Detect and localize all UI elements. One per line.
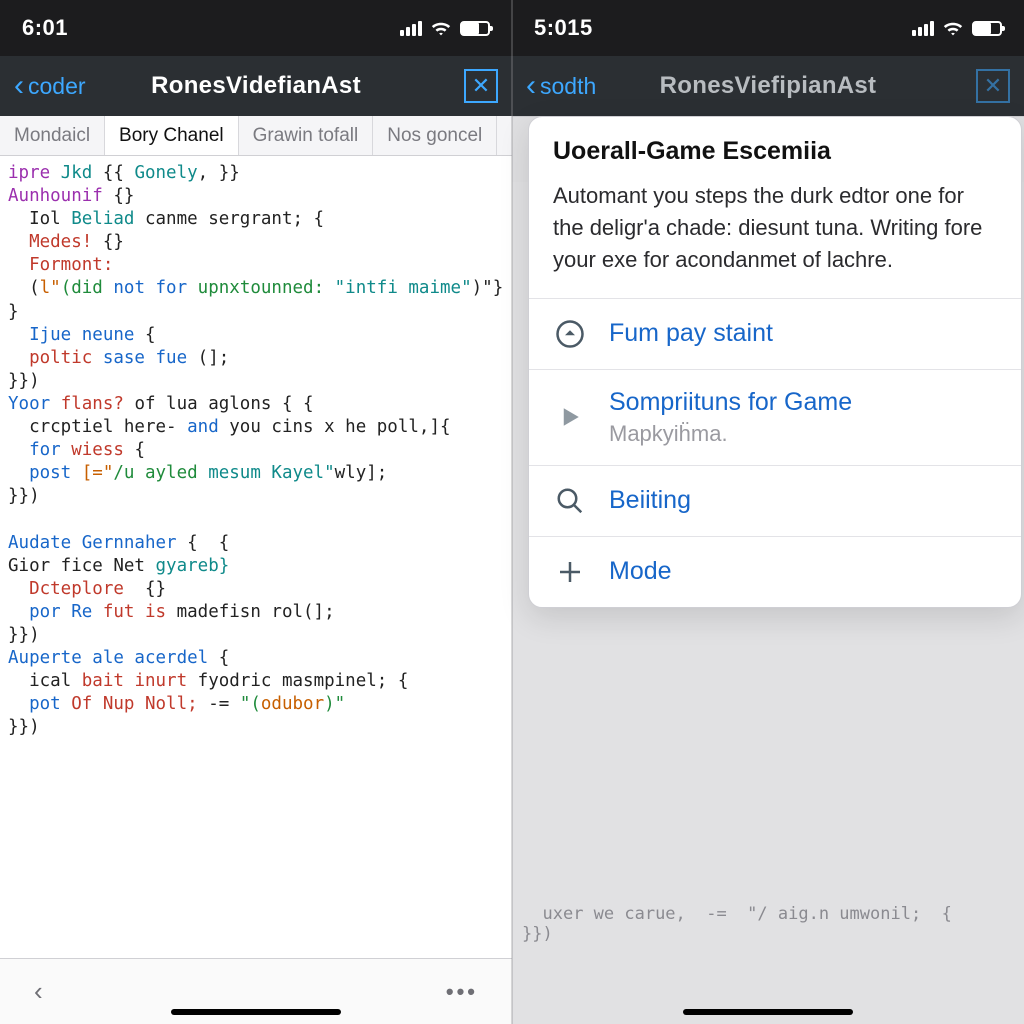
code-editor[interactable]: ipre Jkd {{ Gonely, }} Aunhounif {} Iol … [0,156,512,958]
wifi-icon [430,19,452,37]
sheet-item-0[interactable]: Fum pay staint [529,298,1021,369]
nav-bar: ‹ coder RonesVidefianAst ✕ [0,56,512,116]
tab-1[interactable]: Bory Chanel [105,116,239,155]
wifi-icon [942,19,964,37]
status-indicators [400,19,490,37]
cellular-icon [400,21,422,36]
cellular-icon [912,21,934,36]
sheet-item-sublabel: Mapkyiḧma. [609,421,852,447]
circle-up-icon [553,317,587,351]
dimmed-code: uxer we carue, -= "/ aig.n umwonil; { }}… [522,904,1014,944]
back-label: sodth [540,73,596,100]
sheet-item-3[interactable]: Mode [529,536,1021,607]
sheet-item-2[interactable]: Beiiting [529,465,1021,536]
back-button[interactable]: ‹ sodth [526,71,596,101]
left-pane: 6:01 ‹ coder RonesVidefianAst ✕ Mondaicl… [0,0,512,1024]
home-indicator[interactable] [683,1009,853,1015]
chevron-left-icon: ‹ [526,71,536,101]
close-button[interactable]: ✕ [464,69,498,103]
tab-3[interactable]: Nos goncel [373,116,497,155]
sheet-item-1[interactable]: Sompriituns for Game Mapkyiḧma. [529,369,1021,465]
sheet-item-label: Fum pay staint [609,319,773,348]
battery-icon [460,21,490,36]
right-pane: 5:015 ‹ sodth RonesViefipianAst ✕ uxer w… [512,0,1024,1024]
tab-2[interactable]: Grawin tofall [239,116,374,155]
battery-icon [972,21,1002,36]
play-icon [553,400,587,434]
toolbar-back-button[interactable]: ‹ [34,976,43,1007]
back-label: coder [28,73,86,100]
nav-bar: ‹ sodth RonesViefipianAst ✕ [512,56,1024,116]
search-icon [553,484,587,518]
plus-icon [553,555,587,589]
close-icon: ✕ [472,73,490,99]
action-sheet: Uoerall-Game Escemiia Automant you steps… [528,116,1022,608]
status-time: 6:01 [22,15,68,41]
sheet-title: Uoerall-Game Escemiia [553,137,997,166]
sheet-item-label: Beiiting [609,486,691,515]
toolbar-more-button[interactable]: ••• [446,979,478,1005]
status-indicators [912,19,1002,37]
tab-0[interactable]: Mondaicl [0,116,105,155]
home-indicator[interactable] [171,1009,341,1015]
tab-strip: Mondaicl Bory Chanel Grawin tofall Nos g… [0,116,512,156]
status-time: 5:015 [534,15,593,41]
sheet-item-label: Sompriituns for Game [609,388,852,417]
close-icon: ✕ [984,73,1002,99]
close-button[interactable]: ✕ [976,69,1010,103]
sheet-item-label: Mode [609,557,672,586]
sheet-description: Automant you steps the durk edtor one fo… [553,180,997,276]
status-bar: 5:015 [512,0,1024,56]
back-button[interactable]: ‹ coder [14,71,86,101]
status-bar: 6:01 [0,0,512,56]
pane-divider [511,0,513,1024]
chevron-left-icon: ‹ [14,71,24,101]
